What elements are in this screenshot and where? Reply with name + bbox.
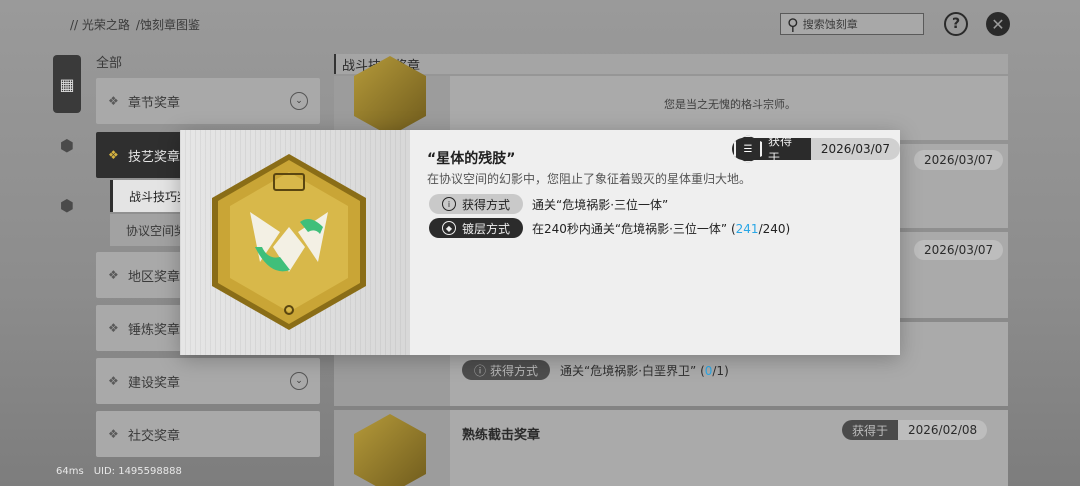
card-description: 您是当之无愧的格斗宗师。	[664, 98, 796, 111]
category-label: 技艺奖章	[128, 149, 181, 165]
medal-preview-panel	[180, 130, 410, 355]
medal-card[interactable]: 熟练截击奖章 获得于 2026/02/08	[334, 410, 1008, 486]
social-icon: ❖	[108, 427, 119, 441]
plating-desc: 在240秒内通关“危境祸影·三位一体” (	[532, 222, 736, 236]
date-pill: 获得于 2026/02/08	[842, 420, 988, 440]
category-label: 锤炼奖章	[128, 322, 181, 338]
plating-icon: ◆	[441, 221, 456, 235]
obtained-date: 2026/02/08	[908, 423, 978, 437]
obtain-method-desc: 通关“危境祸影·白垩界卫”	[560, 364, 697, 378]
info-icon: ⓘ	[474, 363, 487, 378]
category-label: 地区奖章	[128, 269, 181, 285]
uid-value: UID: 1495598888	[93, 466, 182, 477]
medal-thumb-box	[334, 410, 450, 486]
obtained-date: 2026/03/07	[924, 243, 994, 257]
chevron-down-icon[interactable]: ⌄	[290, 372, 308, 390]
obtain-method-pill: ⓘ 获得方式	[462, 360, 551, 380]
date-pill: 2026/03/07	[914, 150, 1004, 170]
obtained-label: 获得于	[842, 420, 899, 440]
modal-title: “星体的残肢”	[427, 151, 516, 167]
badge-question-icon[interactable]: ⬢	[56, 194, 78, 216]
plating-method-text: 在240秒内通关“危境祸影·三位一体” (241/240)	[532, 220, 790, 237]
medal-icon: ❖	[108, 94, 119, 108]
close-icon: ✕	[991, 14, 1005, 34]
medal-image	[212, 154, 366, 330]
breadcrumb: // 光荣之路 /蚀刻章图鉴	[70, 16, 200, 33]
grid-icon: ▦	[59, 74, 75, 94]
obtained-date-pill: ☰ 获得于 2026/03/07	[732, 134, 900, 165]
info-icon: i	[441, 197, 456, 211]
search-icon: ⚲	[787, 14, 799, 34]
close-button[interactable]: ✕	[986, 12, 1010, 36]
search-input[interactable]	[802, 17, 913, 31]
plating-progress-total: /240)	[758, 222, 791, 236]
help-button[interactable]: ?	[944, 12, 968, 36]
plating-method-label: 镀层方式	[461, 221, 510, 236]
obtained-label: 获得于	[768, 134, 793, 165]
progress-total: /1	[712, 364, 725, 378]
category-label: 建设奖章	[128, 375, 181, 391]
category-chapter[interactable]: ❖ 章节奖章 ⌄	[96, 78, 320, 124]
category-build[interactable]: ❖ 建设奖章 ⌄	[96, 358, 320, 404]
help-icon: ?	[951, 16, 961, 32]
medal-detail-modal[interactable]: “星体的残肢” 在协议空间的幻影中，您阻止了象征着毁灭的星体重归大地。 i 获得…	[180, 130, 900, 355]
breadcrumb-root[interactable]: // 光荣之路	[70, 16, 130, 33]
ping-value: 64ms	[56, 466, 84, 477]
obtain-method-text: 通关“危境祸影·三位一体”	[532, 198, 669, 212]
category-all-label[interactable]: 全部	[96, 52, 122, 71]
plating-progress-current: 241	[735, 222, 759, 236]
obtained-label-box: ☰ 获得于	[732, 134, 811, 165]
skill-icon: ❖	[108, 148, 119, 162]
section-title: 战斗技巧奖章	[334, 54, 1008, 74]
chevron-down-icon[interactable]: ⌄	[290, 92, 308, 110]
hammer-icon: ❖	[108, 321, 119, 335]
card-title: 熟练截击奖章	[462, 428, 541, 443]
status-footer: 64ms UID: 1495598888	[56, 466, 182, 477]
breadcrumb-current: /蚀刻章图鉴	[135, 18, 200, 32]
obtained-date: 2026/03/07	[924, 153, 994, 167]
badge-check-icon[interactable]: ⬢	[56, 134, 78, 156]
obtained-date: 2026/03/07	[810, 138, 900, 160]
modal-description: 在协议空间的幻影中，您阻止了象征着毁灭的星体重归大地。	[427, 172, 752, 186]
region-icon: ❖	[108, 268, 119, 282]
medal-image	[354, 414, 426, 486]
grid-view-button[interactable]: ▦	[53, 55, 81, 113]
category-label: 章节奖章	[128, 95, 181, 111]
date-pill: 2026/03/07	[914, 240, 1004, 260]
search-box[interactable]: ⚲	[780, 13, 924, 35]
obtain-method-label: 获得方式	[490, 363, 539, 378]
obtain-method-label: 获得方式	[461, 197, 510, 212]
hexagon-badge-icon: ☰	[734, 135, 762, 163]
category-label: 社交奖章	[128, 428, 181, 444]
plating-method-pill: ◆ 镀层方式	[429, 218, 523, 238]
obtain-method-pill: i 获得方式	[429, 194, 523, 214]
category-social[interactable]: ❖ 社交奖章	[96, 411, 320, 457]
obtain-method-text: 通关“危境祸影·白垩界卫” (0/1)	[560, 364, 729, 378]
build-icon: ❖	[108, 374, 119, 388]
